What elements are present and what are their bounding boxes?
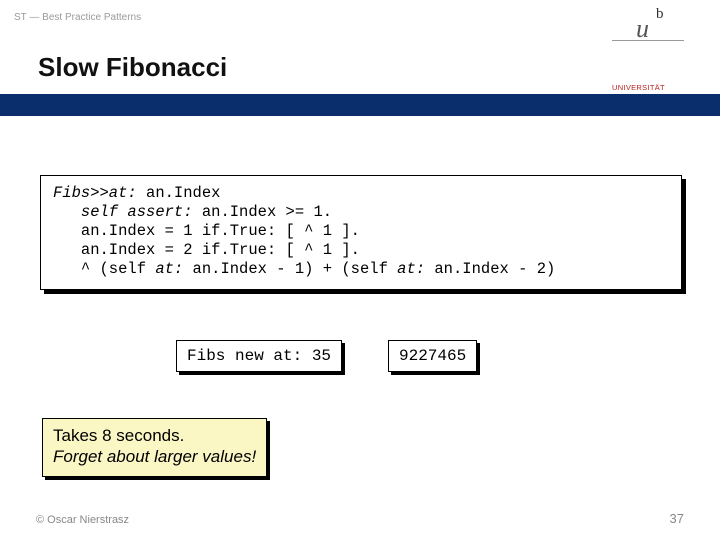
slide: ST — Best Practice Patterns u b UNIVERSI… (0, 0, 720, 540)
note-box: Takes 8 seconds. Forget about larger val… (42, 418, 267, 477)
logo-b-glyph: b (656, 6, 664, 23)
header-bar (0, 94, 720, 116)
result-box: 9227465 (388, 340, 477, 372)
call-expression-box: Fibs new at: 35 (176, 340, 342, 372)
code-block: Fibs>>at: an.Index self assert: an.Index… (40, 175, 682, 290)
breadcrumb: ST — Best Practice Patterns (14, 12, 141, 23)
footer-copyright: © Oscar Nierstrasz (36, 514, 129, 526)
university-logo: u b UNIVERSITÄT BERN (612, 6, 692, 101)
note-line1: Takes 8 seconds. (53, 425, 256, 446)
result-value: 9227465 (388, 340, 477, 372)
note-line2: Forget about larger values! (53, 446, 256, 467)
page-title: Slow Fibonacci (38, 52, 227, 83)
logo-divider (612, 40, 684, 41)
page-number: 37 (670, 511, 684, 526)
call-expression: Fibs new at: 35 (176, 340, 342, 372)
code-content: Fibs>>at: an.Index self assert: an.Index… (53, 184, 669, 279)
